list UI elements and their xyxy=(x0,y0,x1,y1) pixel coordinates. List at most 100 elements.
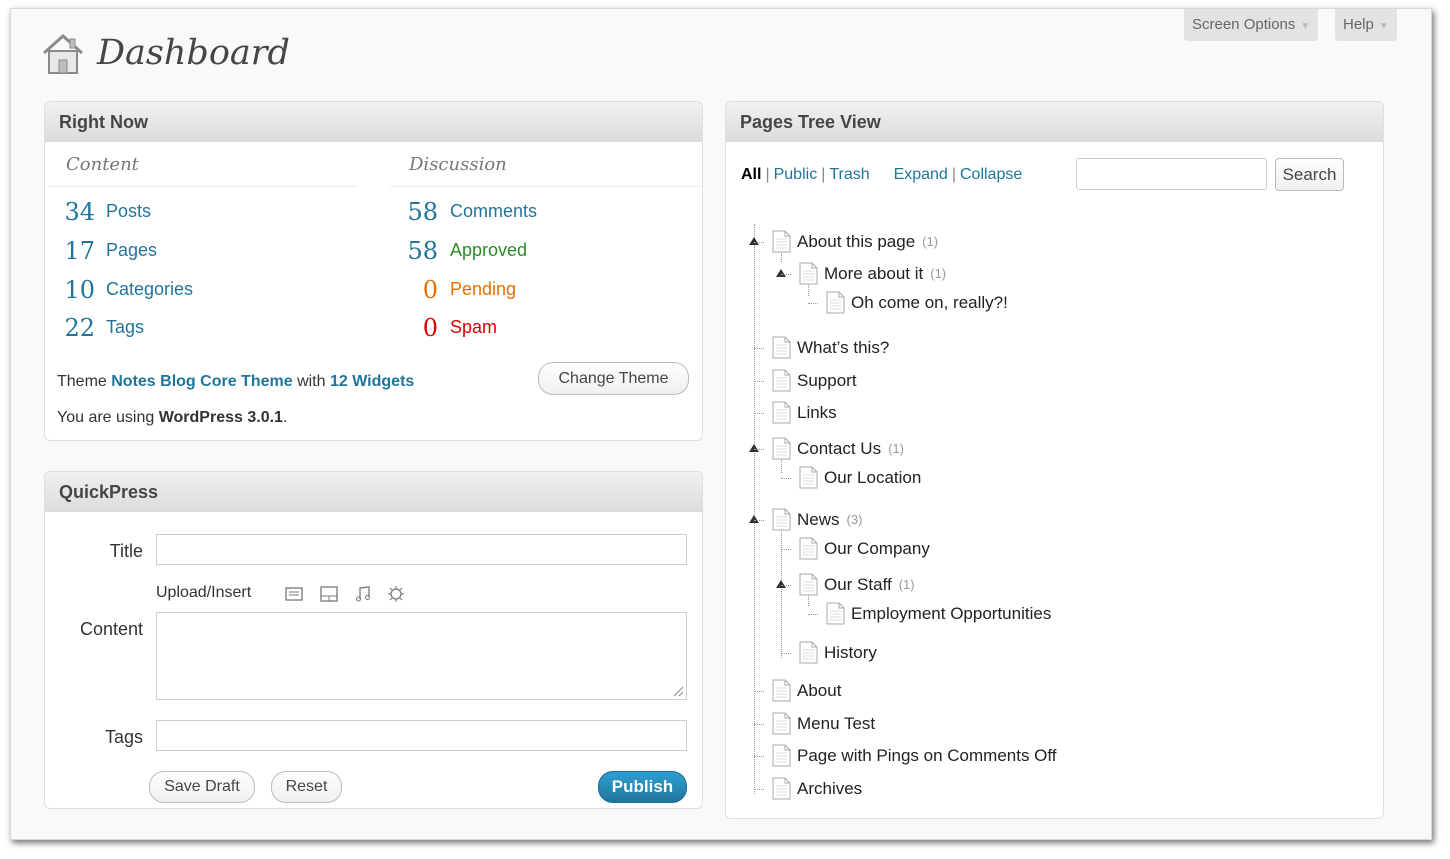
categories-count[interactable]: 10 xyxy=(55,276,95,304)
page-icon xyxy=(772,336,791,359)
tree-node-label[interactable]: Page with Pings on Comments Off xyxy=(797,746,1057,766)
theme-link[interactable]: Notes Blog Core Theme xyxy=(111,373,292,390)
pending-link[interactable]: Pending xyxy=(450,279,516,300)
tree-node[interactable]: Menu Test xyxy=(772,712,882,735)
publish-button[interactable]: Publish xyxy=(598,771,687,803)
quickpress-widget: QuickPress Title Upload/Insert Content T… xyxy=(44,471,703,809)
dropdown-arrow-icon: ▼ xyxy=(1300,21,1311,32)
tree-node-label[interactable]: Support xyxy=(797,371,857,391)
expand-link[interactable]: Expand xyxy=(894,166,948,183)
tree-search-input[interactable] xyxy=(1076,158,1267,190)
tree-node-label[interactable]: More about it xyxy=(824,264,923,284)
tree-node-label[interactable]: Links xyxy=(797,403,837,423)
tree-node-label[interactable]: Contact Us xyxy=(797,439,881,459)
filter-trash[interactable]: Trash xyxy=(829,166,869,183)
divider xyxy=(47,186,357,187)
spam-count[interactable]: 0 xyxy=(398,314,438,342)
add-image-icon[interactable] xyxy=(284,584,304,604)
collapse-toggle-icon[interactable] xyxy=(776,269,786,277)
tree-node[interactable]: What’s this? xyxy=(772,336,896,359)
help-label: Help xyxy=(1343,16,1374,33)
tree-connector xyxy=(781,585,791,586)
pages-count[interactable]: 17 xyxy=(55,237,95,265)
add-media-icon[interactable] xyxy=(386,584,406,604)
approved-count[interactable]: 58 xyxy=(398,237,438,265)
collapse-toggle-icon[interactable] xyxy=(749,515,759,523)
tree-node[interactable]: Support xyxy=(772,369,864,392)
right-now-title: Right Now xyxy=(45,102,702,142)
tree-search-button[interactable]: Search xyxy=(1275,158,1344,191)
tree-node[interactable]: More about it (1) xyxy=(799,262,946,285)
approved-link[interactable]: Approved xyxy=(450,240,527,261)
tree-node[interactable]: Contact Us (1) xyxy=(772,437,904,460)
collapse-link[interactable]: Collapse xyxy=(960,166,1022,183)
filter-all[interactable]: All xyxy=(741,166,761,183)
tags-input[interactable] xyxy=(156,720,687,751)
posts-count[interactable]: 34 xyxy=(55,198,95,226)
tree-node-label[interactable]: Archives xyxy=(797,779,862,799)
comments-count[interactable]: 58 xyxy=(398,198,438,226)
upload-insert-label: Upload/Insert xyxy=(156,584,252,601)
tree-connector xyxy=(754,449,764,450)
categories-link[interactable]: Categories xyxy=(106,279,193,300)
pending-count[interactable]: 0 xyxy=(398,276,438,304)
version-prefix: You are using xyxy=(57,409,155,426)
comments-link[interactable]: Comments xyxy=(450,201,537,222)
tree-node-label[interactable]: Our Location xyxy=(824,468,921,488)
tree-node-label[interactable]: About xyxy=(797,681,841,701)
content-label: Content xyxy=(79,619,143,639)
tree-node-label[interactable]: Employment Opportunities xyxy=(851,604,1051,624)
tags-count[interactable]: 22 xyxy=(55,314,95,342)
content-textarea[interactable] xyxy=(156,612,687,700)
tree-connector xyxy=(808,614,818,615)
tree-node-label[interactable]: Our Company xyxy=(824,539,930,559)
spam-link[interactable]: Spam xyxy=(450,317,497,338)
filter-public[interactable]: Public xyxy=(774,166,818,183)
tree-node-count: (1) xyxy=(888,441,904,456)
collapse-toggle-icon[interactable] xyxy=(749,237,759,245)
title-input[interactable] xyxy=(156,534,687,565)
tree-node-label[interactable]: What’s this? xyxy=(797,338,889,358)
collapse-toggle-icon[interactable] xyxy=(776,580,786,588)
content-column-heading: Content xyxy=(66,154,139,175)
tree-node[interactable]: Links xyxy=(772,401,844,424)
tree-node-label[interactable]: Our Staff xyxy=(824,575,892,595)
screen-options-button[interactable]: Screen Options ▼ xyxy=(1184,9,1319,41)
tree-node[interactable]: History xyxy=(799,641,884,664)
posts-link[interactable]: Posts xyxy=(106,201,151,222)
reset-button[interactable]: Reset xyxy=(271,771,342,803)
tree-node-label[interactable]: Oh come on, really?! xyxy=(851,293,1008,313)
tree-node[interactable]: Our Company xyxy=(799,537,937,560)
tree-node[interactable]: Our Staff (1) xyxy=(799,573,915,596)
tree-node[interactable]: Oh come on, really?! xyxy=(826,291,1015,314)
tree-node[interactable]: Page with Pings on Comments Off xyxy=(772,744,1064,767)
tree-connector xyxy=(754,348,764,349)
resize-handle-icon[interactable] xyxy=(672,685,684,697)
tree-node-label[interactable]: Menu Test xyxy=(797,714,875,734)
tree-node-label[interactable]: About this page xyxy=(797,232,915,252)
tree-connector xyxy=(754,381,764,382)
save-draft-button[interactable]: Save Draft xyxy=(149,771,255,803)
tree-connector xyxy=(754,242,764,243)
tree-node[interactable]: Employment Opportunities xyxy=(826,602,1058,625)
tree-node[interactable]: News (3) xyxy=(772,508,862,531)
tree-node[interactable]: About xyxy=(772,679,848,702)
pages-link[interactable]: Pages xyxy=(106,240,157,261)
change-theme-button[interactable]: Change Theme xyxy=(538,362,689,395)
tags-link[interactable]: Tags xyxy=(106,317,144,338)
tags-label: Tags xyxy=(104,727,143,747)
collapse-toggle-icon[interactable] xyxy=(749,444,759,452)
title-label: Title xyxy=(109,541,143,561)
tree-node-label[interactable]: News xyxy=(797,510,840,530)
help-button[interactable]: Help ▼ xyxy=(1335,9,1397,41)
screen-options-label: Screen Options xyxy=(1192,16,1296,33)
pages-tree-widget: Pages Tree View All | Public | Trash Expand |… xyxy=(725,101,1384,819)
widgets-link[interactable]: 12 Widgets xyxy=(330,373,414,390)
tree-connector xyxy=(754,520,764,521)
tree-node[interactable]: Our Location xyxy=(799,466,928,489)
add-audio-icon[interactable] xyxy=(353,584,373,604)
add-video-icon[interactable] xyxy=(319,584,339,604)
tree-node[interactable]: About this page (1) xyxy=(772,230,938,253)
tree-node-label[interactable]: History xyxy=(824,643,877,663)
tree-node[interactable]: Archives xyxy=(772,777,869,800)
